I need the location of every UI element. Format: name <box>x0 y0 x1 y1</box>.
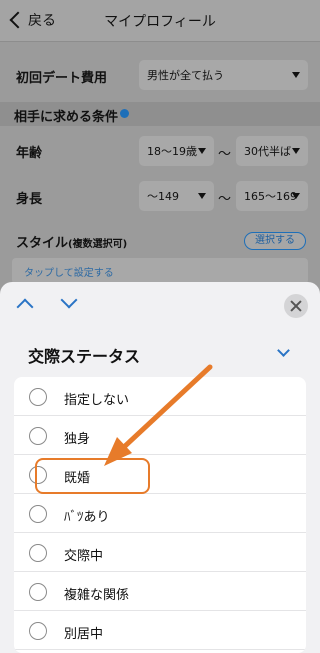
annotation-arrow-icon <box>104 364 213 466</box>
